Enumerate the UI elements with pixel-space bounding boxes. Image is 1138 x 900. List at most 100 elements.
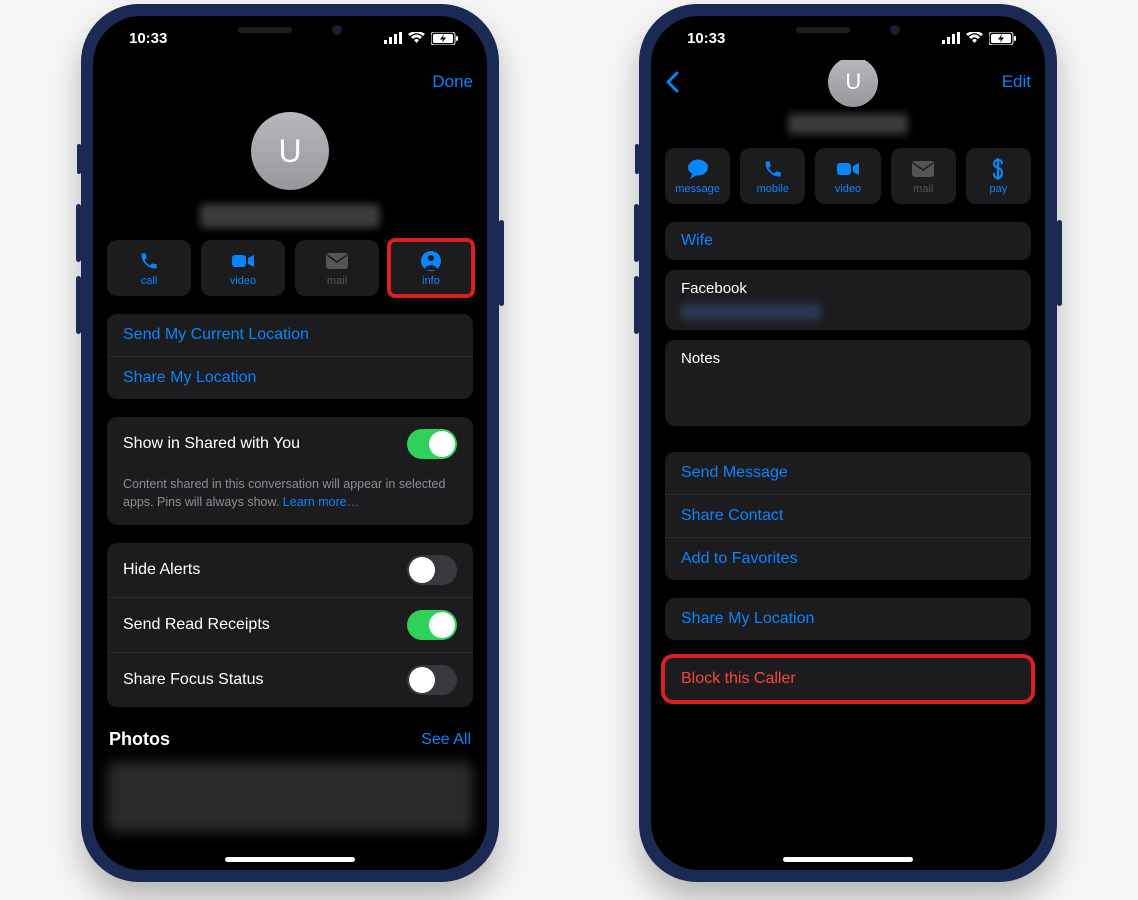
send-location-row[interactable]: Send My Current Location	[107, 314, 473, 356]
message-label: message	[675, 183, 720, 195]
mute-switch	[635, 144, 639, 174]
phone-icon	[139, 250, 159, 272]
phone-icon	[763, 158, 783, 180]
photo-thumbnail[interactable]	[107, 762, 473, 832]
actions-panel: Send Message Share Contact Add to Favori…	[665, 452, 1031, 580]
hide-alerts-toggle[interactable]	[407, 555, 457, 585]
mail-button[interactable]: mail	[295, 240, 379, 296]
block-panel: Block this Caller	[665, 658, 1031, 700]
mute-switch	[77, 144, 81, 174]
share-contact-row[interactable]: Share Contact	[665, 494, 1031, 537]
battery-icon	[989, 32, 1017, 45]
pay-label: pay	[990, 183, 1008, 195]
mail-icon	[326, 250, 348, 272]
wifi-icon	[408, 32, 425, 44]
back-button[interactable]	[665, 71, 705, 93]
learn-more-link[interactable]: Learn more…	[283, 495, 359, 509]
see-all-link[interactable]: See All	[421, 731, 471, 749]
read-receipts-row: Send Read Receipts	[107, 597, 473, 652]
share-location-row[interactable]: Share My Location	[665, 598, 1031, 640]
share-location-panel: Share My Location	[665, 598, 1031, 640]
relation-row[interactable]: Wife	[665, 222, 1031, 260]
shared-with-you-row: Show in Shared with You	[107, 417, 473, 471]
wifi-icon	[966, 32, 983, 44]
mobile-button[interactable]: mobile	[740, 148, 805, 204]
read-receipts-label: Send Read Receipts	[123, 616, 270, 634]
video-label: video	[835, 183, 861, 195]
shared-panel: Show in Shared with You Content shared i…	[107, 417, 473, 525]
action-row: call video mail	[107, 240, 473, 296]
info-label: info	[422, 275, 440, 287]
dollar-icon	[991, 158, 1005, 180]
notch	[753, 16, 943, 44]
call-button[interactable]: call	[107, 240, 191, 296]
relation-value: Wife	[681, 232, 713, 249]
screen-left: 10:33 Done U	[93, 16, 487, 870]
screen-right: 10:33 U	[651, 16, 1045, 870]
location-panel: Send My Current Location Share My Locati…	[107, 314, 473, 399]
power-button	[499, 220, 504, 306]
home-indicator[interactable]	[225, 857, 355, 862]
notes-label: Notes	[681, 350, 720, 367]
mail-button[interactable]: mail	[891, 148, 956, 204]
info-button[interactable]: info	[389, 240, 473, 296]
shared-with-you-label: Show in Shared with You	[123, 435, 300, 453]
avatar: U	[251, 112, 329, 190]
contact-name	[200, 204, 380, 228]
send-message-row[interactable]: Send Message	[665, 452, 1031, 494]
focus-status-label: Share Focus Status	[123, 671, 264, 689]
share-location-row[interactable]: Share My Location	[107, 356, 473, 399]
facebook-label: Facebook	[681, 280, 747, 297]
power-button	[1057, 220, 1062, 306]
video-label: video	[230, 275, 256, 287]
status-time: 10:33	[687, 30, 725, 47]
phone-right: 10:33 U	[639, 4, 1057, 882]
message-button[interactable]: message	[665, 148, 730, 204]
call-label: call	[141, 275, 158, 287]
hide-alerts-label: Hide Alerts	[123, 561, 200, 579]
notch	[195, 16, 385, 44]
focus-status-row: Share Focus Status	[107, 652, 473, 707]
mail-label: mail	[327, 275, 347, 287]
facebook-row[interactable]: Facebook	[665, 270, 1031, 330]
facebook-value	[681, 304, 821, 320]
mail-label: mail	[913, 183, 933, 195]
shared-with-you-toggle[interactable]	[407, 429, 457, 459]
shared-description: Content shared in this conversation will…	[107, 471, 473, 525]
phone-left: 10:33 Done U	[81, 4, 499, 882]
avatar-initial: U	[278, 133, 301, 170]
mail-icon	[912, 158, 934, 180]
video-icon	[837, 158, 859, 180]
hide-alerts-row: Hide Alerts	[107, 543, 473, 597]
block-caller-row[interactable]: Block this Caller	[665, 658, 1031, 700]
contact-name	[788, 114, 908, 134]
info-icon	[420, 250, 442, 272]
volume-up-button	[634, 204, 639, 262]
add-favorites-row[interactable]: Add to Favorites	[665, 537, 1031, 580]
action-row: message mobile video	[665, 148, 1031, 204]
avatar: U	[828, 60, 878, 107]
mobile-label: mobile	[757, 183, 789, 195]
video-button[interactable]: video	[815, 148, 880, 204]
volume-down-button	[634, 276, 639, 334]
volume-down-button	[76, 276, 81, 334]
notes-row[interactable]: Notes	[665, 340, 1031, 426]
done-button[interactable]: Done	[432, 72, 473, 92]
photos-header: Photos See All	[107, 725, 473, 754]
battery-icon	[431, 32, 459, 45]
edit-button[interactable]: Edit	[1002, 72, 1031, 92]
read-receipts-toggle[interactable]	[407, 610, 457, 640]
photos-title: Photos	[109, 729, 170, 750]
status-time: 10:33	[129, 30, 167, 47]
avatar-initial: U	[845, 69, 861, 95]
video-icon	[232, 250, 254, 272]
video-button[interactable]: video	[201, 240, 285, 296]
pay-button[interactable]: pay	[966, 148, 1031, 204]
focus-status-toggle[interactable]	[407, 665, 457, 695]
volume-up-button	[76, 204, 81, 262]
home-indicator[interactable]	[783, 857, 913, 862]
message-icon	[687, 158, 709, 180]
signal-icon	[384, 32, 402, 44]
signal-icon	[942, 32, 960, 44]
settings-panel: Hide Alerts Send Read Receipts Share Foc…	[107, 543, 473, 707]
